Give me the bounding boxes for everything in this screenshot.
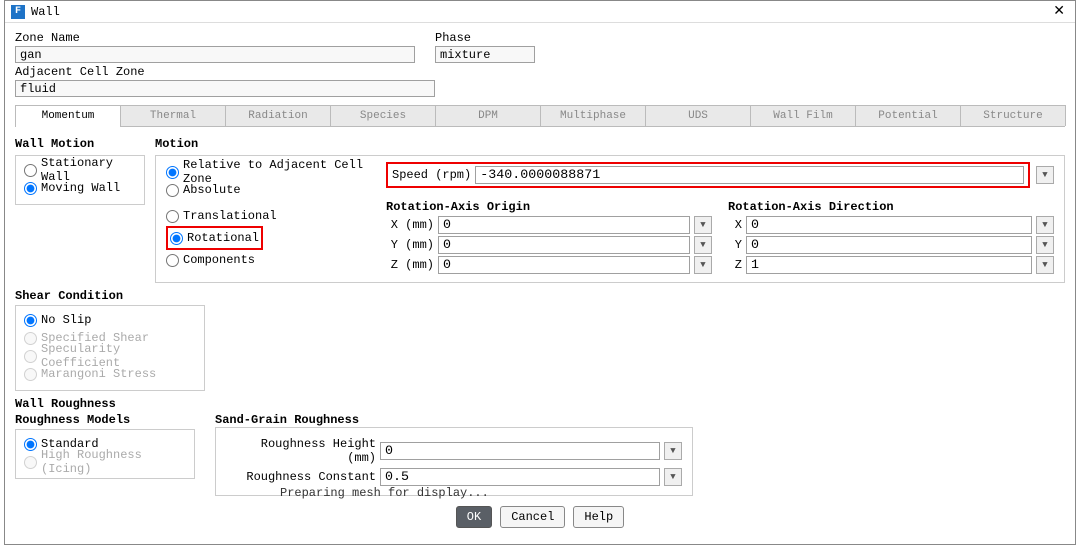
roughness-models-group: Standard High Roughness (Icing): [15, 429, 195, 479]
roughness-constant-dropdown-icon[interactable]: ▼: [664, 468, 682, 486]
app-icon: F: [11, 5, 25, 19]
motion-group: Relative to Adjacent Cell Zone Absolute …: [155, 155, 1065, 283]
wall-motion-group: Stationary Wall Moving Wall: [15, 155, 145, 205]
wall-motion-title: Wall Motion: [15, 137, 145, 151]
radio-high-roughness: High Roughness (Icing): [24, 454, 186, 470]
close-icon[interactable]: ✕: [1049, 3, 1069, 20]
roughness-height-dropdown-icon[interactable]: ▼: [664, 442, 682, 460]
help-button[interactable]: Help: [573, 506, 624, 528]
roughness-title: Wall Roughness: [15, 397, 1065, 411]
phase-input[interactable]: [435, 46, 535, 63]
roughness-models-title: Roughness Models: [15, 413, 195, 427]
window-title: Wall: [31, 5, 1049, 19]
tab-momentum[interactable]: Momentum: [15, 105, 121, 126]
dir-z-label: Z: [728, 258, 742, 272]
wall-dialog: F Wall ✕ Zone Name Phase Adjacent Cell Z…: [4, 0, 1076, 545]
origin-z-input[interactable]: [438, 256, 690, 274]
roughness-height-input[interactable]: [380, 442, 660, 460]
tab-thermal[interactable]: Thermal: [120, 105, 226, 126]
dir-x-label: X: [728, 218, 742, 232]
speed-label: Speed (rpm): [392, 168, 471, 182]
roughness-constant-label: Roughness Constant: [226, 470, 376, 484]
titlebar: F Wall ✕: [5, 1, 1075, 23]
roughness-constant-input[interactable]: [380, 468, 660, 486]
dir-y-label: Y: [728, 238, 742, 252]
ok-button[interactable]: OK: [456, 506, 492, 528]
tab-dpm[interactable]: DPM: [435, 105, 541, 126]
origin-title: Rotation-Axis Origin: [386, 200, 712, 214]
dir-y-dropdown-icon[interactable]: ▼: [1036, 236, 1054, 254]
status-text: Preparing mesh for display...: [280, 486, 489, 500]
dir-y-input[interactable]: [746, 236, 1032, 254]
direction-title: Rotation-Axis Direction: [728, 200, 1054, 214]
radio-specularity: Specularity Coefficient: [24, 348, 196, 364]
shear-title: Shear Condition: [15, 289, 1065, 303]
tab-wall-film[interactable]: Wall Film: [750, 105, 856, 126]
origin-x-input[interactable]: [438, 216, 690, 234]
dialog-content: Zone Name Phase Adjacent Cell Zone Momen…: [5, 23, 1075, 544]
shear-group: No Slip Specified Shear Specularity Coef…: [15, 305, 205, 391]
dir-z-dropdown-icon[interactable]: ▼: [1036, 256, 1054, 274]
origin-z-label: Z (mm): [386, 258, 434, 272]
tab-species[interactable]: Species: [330, 105, 436, 126]
tab-potential[interactable]: Potential: [855, 105, 961, 126]
speed-dropdown-icon[interactable]: ▼: [1036, 166, 1054, 184]
origin-y-input[interactable]: [438, 236, 690, 254]
origin-x-dropdown-icon[interactable]: ▼: [694, 216, 712, 234]
speed-highlight: Speed (rpm): [386, 162, 1030, 188]
dir-x-input[interactable]: [746, 216, 1032, 234]
roughness-height-label: Roughness Height (mm): [226, 437, 376, 465]
phase-label: Phase: [435, 31, 535, 45]
origin-x-label: X (mm): [386, 218, 434, 232]
radio-rotational[interactable]: Rotational: [170, 230, 259, 246]
zone-name-input[interactable]: [15, 46, 415, 63]
radio-relative[interactable]: Relative to Adjacent Cell Zone: [166, 164, 366, 180]
origin-z-dropdown-icon[interactable]: ▼: [694, 256, 712, 274]
tab-radiation[interactable]: Radiation: [225, 105, 331, 126]
adjacent-label: Adjacent Cell Zone: [15, 65, 1065, 79]
dir-x-dropdown-icon[interactable]: ▼: [1036, 216, 1054, 234]
tabs: Momentum Thermal Radiation Species DPM M…: [15, 105, 1065, 127]
tab-multiphase[interactable]: Multiphase: [540, 105, 646, 126]
adjacent-input[interactable]: [15, 80, 435, 97]
radio-stationary-wall[interactable]: Stationary Wall: [24, 162, 136, 178]
speed-input[interactable]: [475, 166, 1024, 184]
zone-name-label: Zone Name: [15, 31, 415, 45]
dir-z-input[interactable]: [746, 256, 1032, 274]
tab-uds[interactable]: UDS: [645, 105, 751, 126]
origin-y-label: Y (mm): [386, 238, 434, 252]
radio-components[interactable]: Components: [166, 252, 366, 268]
radio-moving-wall[interactable]: Moving Wall: [24, 180, 136, 196]
radio-translational[interactable]: Translational: [166, 208, 366, 224]
radio-no-slip[interactable]: No Slip: [24, 312, 196, 328]
cancel-button[interactable]: Cancel: [500, 506, 565, 528]
tab-structure[interactable]: Structure: [960, 105, 1066, 126]
origin-y-dropdown-icon[interactable]: ▼: [694, 236, 712, 254]
motion-title: Motion: [155, 137, 1065, 151]
sand-grain-title: Sand-Grain Roughness: [215, 413, 693, 427]
